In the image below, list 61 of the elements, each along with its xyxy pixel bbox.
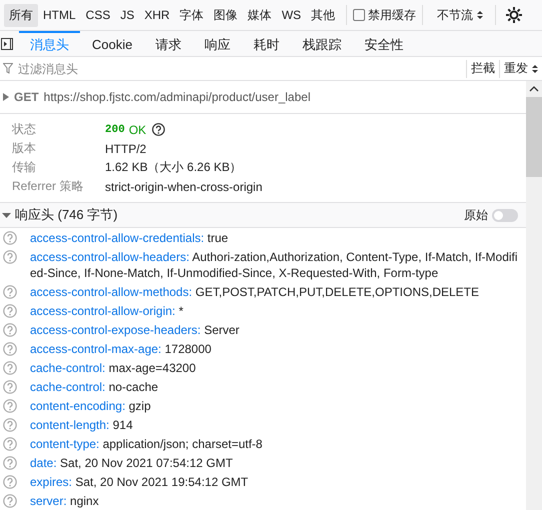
- status-text: OK: [128, 122, 146, 136]
- tab[interactable]: 请求: [144, 31, 192, 56]
- raw-label: 原始: [464, 206, 488, 224]
- header-entry: access-control-allow-headers: Authori-zation,Authorization, Content-Type, If-Match, If-Modified-Since, If-None-Match, If-Unmodified-Since, X-Requested-With, Form-type: [30, 249, 519, 281]
- scroll-up-icon: [529, 86, 539, 92]
- type-filter-button[interactable]: JS: [115, 5, 140, 25]
- summary-label: Referrer 策略: [12, 178, 84, 195]
- summary-value: strict-origin-when-cross-origin: [105, 180, 262, 194]
- type-filter-button[interactable]: WS: [276, 5, 306, 25]
- request-url: https://shop.fjstc.com/adminapi/product/user_label: [44, 90, 310, 104]
- header-entry: content-length: 914: [30, 417, 133, 433]
- toolbar-button[interactable]: 拦截: [466, 60, 499, 78]
- filter-field[interactable]: 过滤消息头: [16, 60, 466, 76]
- header-entry: access-control-allow-origin: *: [30, 303, 184, 319]
- collapse-arrow-icon[interactable]: [2, 210, 11, 220]
- summary-label: 版本: [12, 140, 37, 157]
- summary-label: 传输: [12, 159, 37, 176]
- summary-value: HTTP/2: [105, 142, 146, 156]
- tab[interactable]: 耗时: [242, 31, 290, 56]
- summary-value: 1.62 KB（大小 6.26 KB）: [105, 159, 242, 176]
- type-filter-button[interactable]: 媒体: [242, 4, 277, 26]
- status-code: 200: [105, 124, 125, 136]
- type-filter-button[interactable]: 其他: [306, 4, 340, 26]
- header-entry: access-control-allow-credentials: true: [30, 230, 228, 246]
- panel-toggle-icon[interactable]: [1, 38, 13, 50]
- tab[interactable]: Cookie: [81, 31, 144, 56]
- header-entry: access-control-expose-headers: Server: [30, 322, 240, 338]
- sort-arrows-icon: [532, 64, 538, 74]
- sort-arrows-icon: [477, 10, 484, 20]
- tab[interactable]: 栈跟踪: [291, 31, 352, 56]
- header-entry: expires: Sat, 20 Nov 2021 19:54:12 GMT: [30, 474, 248, 490]
- summary-label: 状态: [12, 121, 37, 138]
- type-filter-button[interactable]: 图像: [208, 4, 243, 26]
- filter-icon: [3, 63, 13, 74]
- type-filter-button[interactable]: 所有: [4, 4, 38, 26]
- checkbox-label[interactable]: 禁用缓存: [368, 6, 416, 24]
- header-entry: access-control-max-age: 1728000: [30, 341, 212, 357]
- request-method: GET: [14, 90, 39, 104]
- type-filter-button[interactable]: 字体: [174, 4, 209, 26]
- toolbar-button[interactable]: 重发: [499, 60, 542, 78]
- header-entry: server: nginx: [30, 493, 99, 509]
- tab[interactable]: 安全性: [353, 31, 414, 56]
- header-entry: access-control-allow-methods: GET,POST,PATCH,PUT,DELETE,OPTIONS,DELETE: [30, 284, 480, 300]
- scrollbar-thumb[interactable]: [526, 97, 542, 177]
- help-icon[interactable]: [152, 123, 166, 136]
- settings-icon[interactable]: [506, 7, 522, 23]
- header-entry: cache-control: no-cache: [30, 379, 158, 395]
- type-filter-button[interactable]: XHR: [139, 5, 175, 25]
- tab[interactable]: 消息头: [19, 31, 80, 56]
- expand-arrow-icon: [3, 93, 9, 101]
- header-entry: cache-control: max-age=43200: [30, 360, 196, 376]
- type-filter-button[interactable]: CSS: [80, 5, 116, 25]
- raw-toggle[interactable]: [492, 208, 518, 222]
- throttling-dropdown[interactable]: 不节流: [429, 6, 490, 24]
- header-entry: date: Sat, 20 Nov 2021 07:54:12 GMT: [30, 455, 233, 471]
- tab[interactable]: 响应: [193, 31, 242, 56]
- checkbox[interactable]: [353, 9, 366, 21]
- section-title: 响应头 (746 字节): [15, 206, 119, 224]
- header-entry: content-encoding: gzip: [30, 398, 151, 414]
- type-filter-button[interactable]: HTML: [38, 5, 81, 25]
- header-entry: content-type: application/json; charset=utf-8: [30, 436, 262, 452]
